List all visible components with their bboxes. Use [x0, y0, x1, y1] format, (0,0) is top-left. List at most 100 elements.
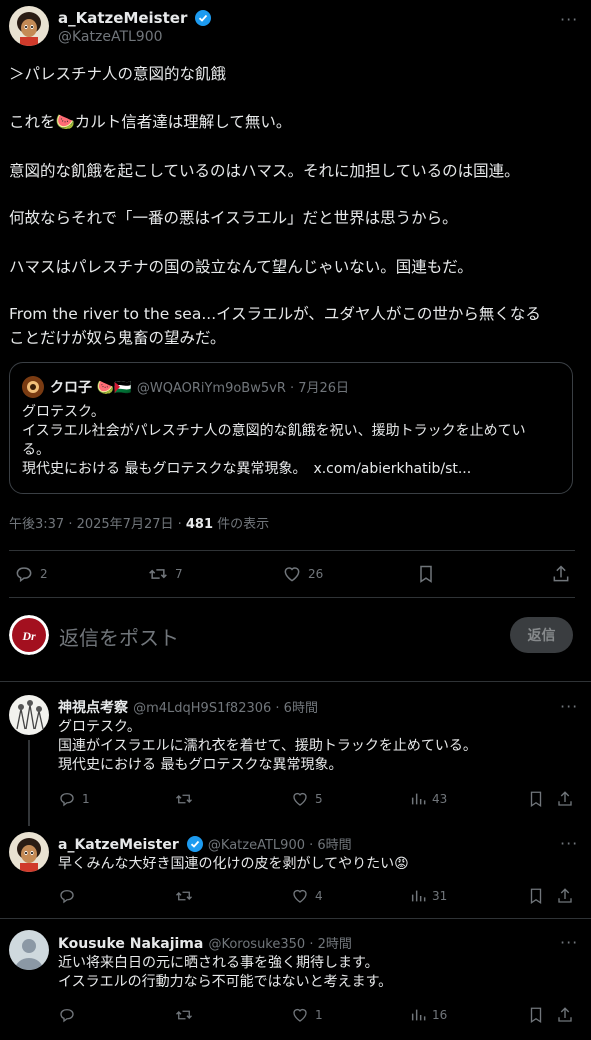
like-button[interactable]: 26 — [282, 564, 323, 584]
repost-count: 7 — [175, 567, 183, 581]
repost-icon — [147, 564, 169, 584]
post-meta: 午後3:37 · 2025年7月27日 · 481 件の表示 — [9, 513, 269, 532]
reply-author-handle[interactable]: @Korosuke350 · 2時間 — [208, 937, 351, 952]
views-button[interactable]: 31 — [410, 887, 447, 905]
reply-avatar[interactable] — [9, 832, 49, 872]
bookmark-icon — [416, 564, 436, 584]
post-line-2: これを🍉カルト信者達は理解して無い。 — [9, 113, 292, 131]
more-icon[interactable]: ··· — [560, 834, 578, 853]
bookmark-icon — [527, 1006, 545, 1024]
quote-text: グロテスク。 イスラエル社会がパレスチナ人の意図的な飢餓を祝い、援助トラックを止… — [22, 404, 526, 477]
more-icon[interactable]: ··· — [560, 10, 578, 29]
repost-button[interactable] — [174, 887, 194, 905]
post-line-6: From the river to the sea...イスラエルが、ユダヤ人が… — [9, 305, 541, 347]
verified-badge-icon — [195, 10, 212, 26]
bookmark-button[interactable] — [527, 790, 545, 808]
views-count: 16 — [432, 1008, 448, 1022]
like-button[interactable]: 4 — [291, 887, 323, 905]
reply-button[interactable] — [58, 1006, 76, 1024]
repost-icon — [174, 790, 194, 808]
views-button[interactable]: 16 — [410, 1006, 447, 1024]
share-button[interactable] — [551, 564, 571, 584]
reply-button[interactable]: 2 — [14, 564, 48, 584]
share-button[interactable] — [556, 887, 574, 905]
quote-author-handle: @WQAORiYm9oBw5vR · 7月26日 — [136, 381, 350, 396]
views-suffix: 件の表示 — [213, 517, 270, 532]
reply-icon — [14, 564, 34, 584]
like-count: 1 — [315, 1008, 323, 1022]
bookmark-button[interactable] — [527, 1006, 545, 1024]
reply-text: 早くみんな大好き国連の化けの皮を剥がしてやりたい😡 — [58, 856, 409, 872]
like-count: 26 — [308, 567, 324, 581]
repost-icon — [174, 887, 194, 905]
my-avatar[interactable]: Dr — [9, 615, 49, 655]
like-icon — [282, 564, 302, 584]
verified-badge-icon — [186, 836, 203, 852]
quoted-post[interactable]: クロ子 🍉🇵🇸 @WQAORiYm9oBw5vR · 7月26日 グロテスク。 … — [9, 362, 573, 494]
repost-button[interactable] — [174, 1006, 194, 1024]
share-icon — [551, 564, 571, 584]
svg-text:Dr: Dr — [21, 629, 36, 643]
post-line-5: ハマスはパレスチナの国の設立なんて望んじゃいない。国連もだ。 — [9, 258, 473, 276]
divider — [9, 597, 575, 598]
reply-button[interactable] — [58, 887, 76, 905]
repost-button[interactable]: 7 — [147, 564, 183, 584]
reply-icon — [58, 887, 76, 905]
like-count: 4 — [315, 889, 323, 903]
bookmark-icon — [527, 790, 545, 808]
divider — [9, 550, 575, 551]
reply-author-name[interactable]: a_KatzeMeister — [58, 837, 179, 853]
post-line-1: ＞パレスチナ人の意図的な飢餓 — [9, 65, 227, 83]
views-icon — [410, 887, 426, 905]
reply-text: グロテスク。 国連がイスラエルに濡れ衣を着せて、援助トラックを止めている。 現代… — [58, 719, 477, 773]
share-button[interactable] — [556, 790, 574, 808]
post-line-4: 何故ならそれで「一番の悪はイスラエル」だと世界は思うから。 — [9, 209, 458, 227]
reply-author-handle[interactable]: @KatzeATL900 · 6時間 — [208, 838, 352, 853]
share-icon — [556, 887, 574, 905]
post-timestamp[interactable]: 午後3:37 · 2025年7月27日 · — [9, 517, 186, 532]
bookmark-button[interactable] — [527, 887, 545, 905]
author-handle[interactable]: @KatzeATL900 — [58, 29, 163, 45]
author-name-row[interactable]: a_KatzeMeister — [58, 8, 212, 27]
reply-avatar[interactable] — [9, 930, 49, 970]
like-count: 5 — [315, 792, 323, 806]
views-button[interactable]: 43 — [410, 790, 447, 808]
reply-icon — [58, 1006, 76, 1024]
like-icon — [291, 790, 309, 808]
reply-submit-button[interactable]: 返信 — [510, 617, 573, 653]
views-count: 43 — [432, 792, 448, 806]
more-icon[interactable]: ··· — [560, 697, 578, 716]
divider — [0, 918, 591, 919]
reply-count: 1 — [82, 792, 90, 806]
bookmark-button[interactable] — [416, 564, 436, 584]
share-button[interactable] — [556, 1006, 574, 1024]
reply-avatar[interactable] — [9, 695, 49, 735]
reply-icon — [58, 790, 76, 808]
reply-button[interactable]: 1 — [58, 790, 90, 808]
more-icon[interactable]: ··· — [560, 933, 578, 952]
views-count: 481 — [185, 517, 214, 532]
author-avatar[interactable] — [9, 6, 49, 46]
quote-author-name: クロ子 🍉🇵🇸 — [50, 380, 132, 396]
share-icon — [556, 1006, 574, 1024]
reply-author-name[interactable]: Kousuke Nakajima — [58, 936, 203, 952]
views-count: 31 — [432, 889, 448, 903]
repost-icon — [174, 1006, 194, 1024]
bookmark-icon — [527, 887, 545, 905]
repost-button[interactable] — [174, 790, 194, 808]
like-button[interactable]: 5 — [291, 790, 323, 808]
views-icon — [410, 1006, 426, 1024]
divider — [0, 681, 591, 682]
reply-text: 近い将来白日の元に晒される事を強く期待します。 イスラエルの行動力なら不可能では… — [58, 955, 393, 990]
share-icon — [556, 790, 574, 808]
reply-count: 2 — [40, 567, 48, 581]
post-line-3: 意図的な飢餓を起こしているのはハマス。それに加担しているのは国連。 — [9, 162, 520, 180]
quote-avatar — [22, 376, 44, 398]
author-name[interactable]: a_KatzeMeister — [58, 9, 187, 27]
views-icon — [410, 790, 426, 808]
reply-input[interactable]: 返信をポスト — [59, 622, 179, 651]
like-icon — [291, 887, 309, 905]
reply-author-handle[interactable]: @m4LdqH9S1f82306 · 6時間 — [133, 701, 318, 716]
reply-author-name[interactable]: 神視点考察 — [58, 700, 128, 716]
like-button[interactable]: 1 — [291, 1006, 323, 1024]
